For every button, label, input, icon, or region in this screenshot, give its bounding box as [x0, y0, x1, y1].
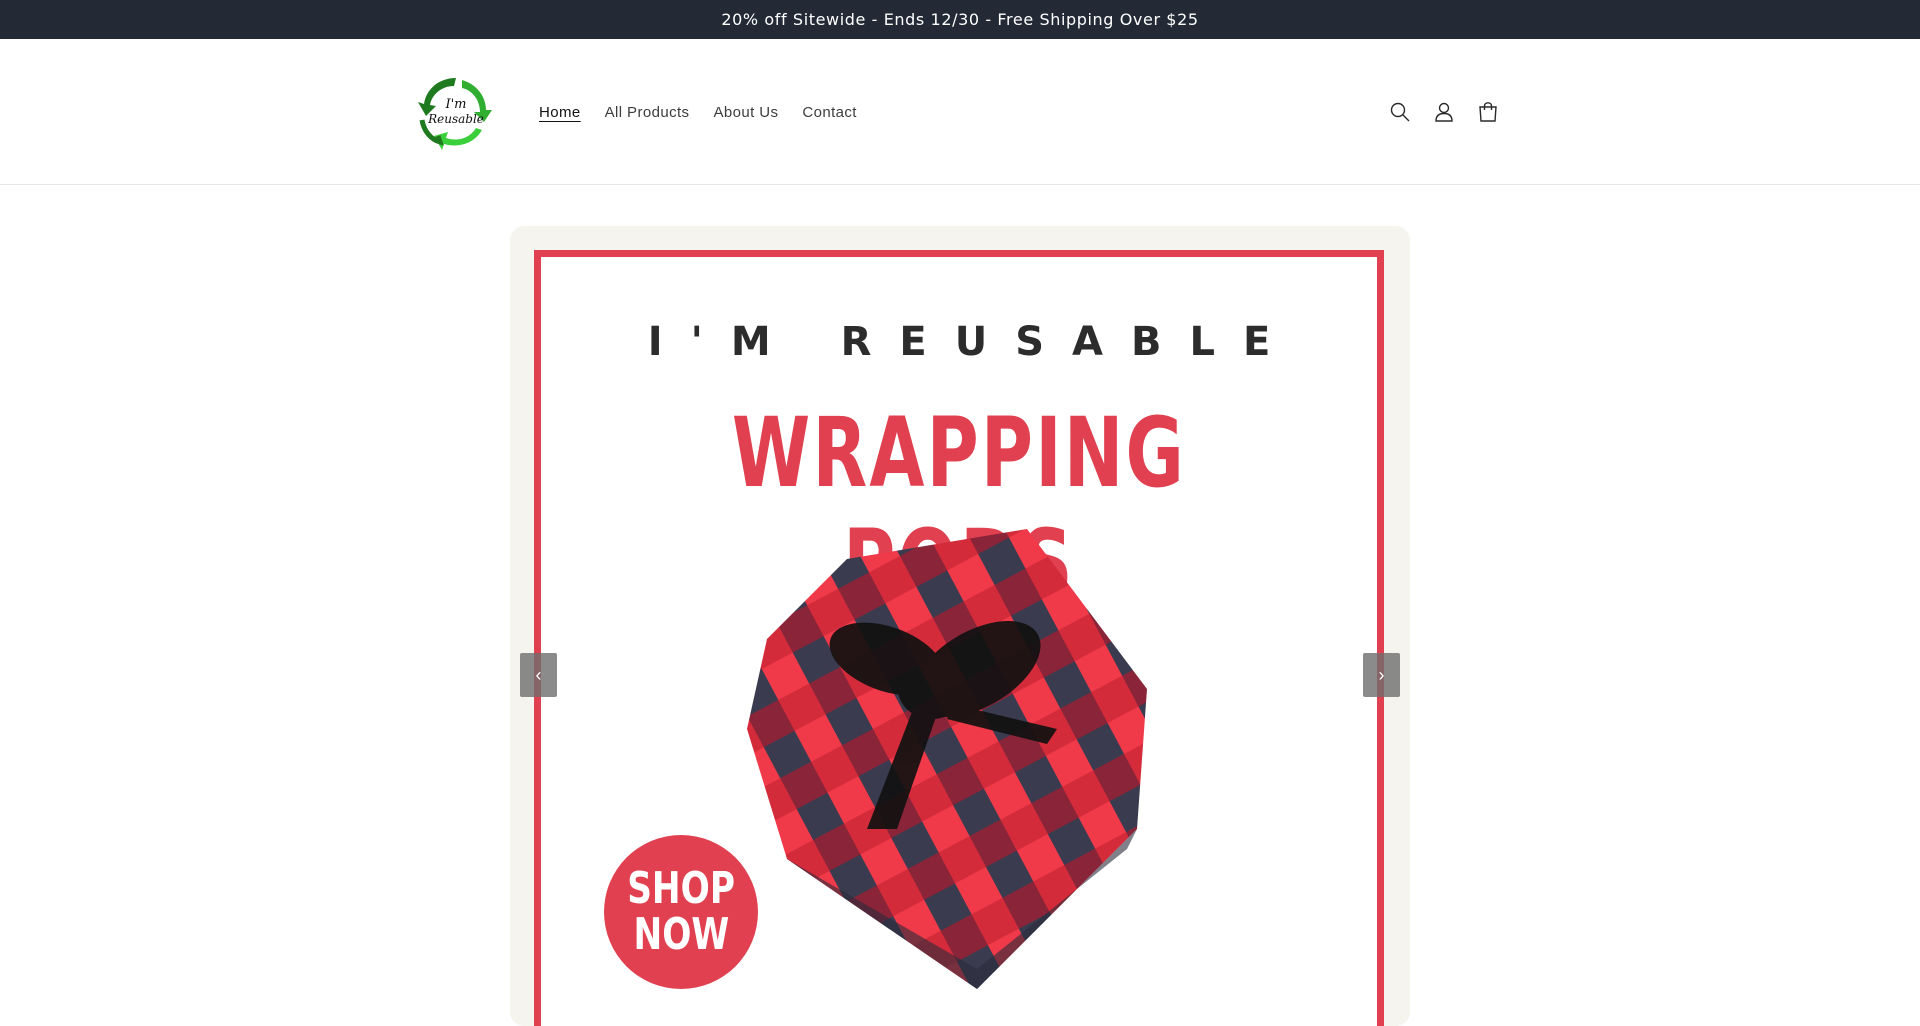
- cart-button[interactable]: [1474, 98, 1502, 126]
- cart-icon: [1479, 102, 1497, 122]
- main-nav: Home All Products About Us Contact: [539, 39, 857, 185]
- announcement-bar: 20% off Sitewide - Ends 12/30 - Free Shi…: [0, 0, 1920, 39]
- next-slide-button[interactable]: ›: [1363, 653, 1400, 697]
- chevron-left-icon: ‹: [535, 664, 542, 685]
- hero-slideshow: I'M REUSABLE WRAPPING PODS: [510, 226, 1410, 1026]
- previous-slide-button[interactable]: ‹: [520, 653, 557, 697]
- site-header: I'm Reusable Home All Products About Us …: [0, 39, 1920, 185]
- shop-now-line2: NOW: [633, 909, 729, 960]
- shop-now-button[interactable]: SHOP NOW: [604, 835, 758, 989]
- site-logo[interactable]: I'm Reusable: [412, 74, 498, 150]
- logo-text-line2: Reusable: [427, 112, 484, 126]
- hero-slide[interactable]: I'M REUSABLE WRAPPING PODS: [534, 250, 1384, 1026]
- nav-contact[interactable]: Contact: [802, 104, 857, 121]
- account-icon: [1435, 102, 1453, 122]
- announcement-text: 20% off Sitewide - Ends 12/30 - Free Shi…: [721, 10, 1199, 29]
- recycle-logo-icon: I'm Reusable: [418, 78, 492, 150]
- gift-wrap-image: [747, 529, 1147, 989]
- nav-about-us[interactable]: About Us: [713, 104, 778, 121]
- header-icons: [1386, 39, 1502, 185]
- nav-all-products[interactable]: All Products: [605, 104, 690, 121]
- nav-home[interactable]: Home: [539, 104, 581, 121]
- slide-subtitle: I'M REUSABLE: [647, 319, 1299, 365]
- chevron-right-icon: ›: [1378, 664, 1385, 685]
- account-button[interactable]: [1430, 98, 1458, 126]
- search-icon: [1390, 102, 1410, 122]
- search-button[interactable]: [1386, 98, 1414, 126]
- shop-now-line1: SHOP: [627, 863, 735, 914]
- logo-text-line1: I'm: [444, 97, 466, 112]
